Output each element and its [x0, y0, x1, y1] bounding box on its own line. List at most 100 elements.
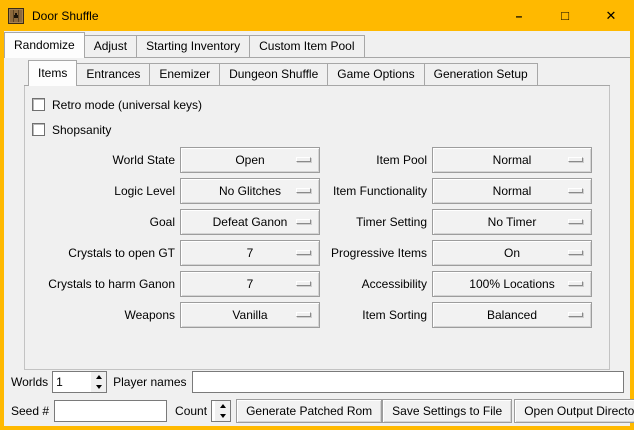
titlebar: Door Shuffle – □ ✕ [0, 0, 634, 31]
player-names-input[interactable] [192, 371, 625, 393]
dropdown-indicator-icon [568, 157, 583, 162]
maximize-button[interactable]: □ [542, 0, 588, 31]
weapons-value: Vanilla [232, 308, 267, 322]
goal-value: Defeat Ganon [213, 215, 288, 229]
player-names-label: Player names [113, 375, 186, 389]
dropdown-indicator-icon [296, 281, 311, 286]
randomize-page: Items Entrances Enemizer Dungeon Shuffle… [4, 58, 630, 427]
dropdown-indicator-icon [568, 250, 583, 255]
weapons-dropdown[interactable]: Vanilla [180, 302, 320, 328]
weapons-label: Weapons [25, 308, 175, 322]
worlds-spinbox [52, 371, 107, 393]
progressive-items-value: On [504, 246, 520, 260]
crystals-open-gt-label: Crystals to open GT [25, 246, 175, 260]
item-sorting-label: Item Sorting [320, 308, 427, 322]
item-functionality-label: Item Functionality [320, 184, 427, 198]
logic-level-dropdown[interactable]: No Glitches [180, 178, 320, 204]
subtab-generation-setup[interactable]: Generation Setup [424, 63, 538, 85]
open-output-button[interactable]: Open Output Directory [514, 399, 634, 423]
dropdown-indicator-icon [296, 188, 311, 193]
goal-dropdown[interactable]: Defeat Ganon [180, 209, 320, 235]
tab-custom-item-pool[interactable]: Custom Item Pool [249, 35, 364, 57]
option-row: Crystals to harm Ganon 7 Accessibility 1… [25, 271, 609, 297]
option-row: Logic Level No Glitches Item Functionali… [25, 178, 609, 204]
logic-level-value: No Glitches [219, 184, 281, 198]
count-spinbox [211, 400, 231, 422]
option-row: Crystals to open GT 7 Progressive Items … [25, 240, 609, 266]
timer-setting-dropdown[interactable]: No Timer [432, 209, 592, 235]
crystals-harm-ganon-dropdown[interactable]: 7 [180, 271, 320, 297]
accessibility-dropdown[interactable]: 100% Locations [432, 271, 592, 297]
save-settings-button[interactable]: Save Settings to File [382, 399, 512, 423]
option-row: Goal Defeat Ganon Timer Setting No Timer [25, 209, 609, 235]
subtab-game-options[interactable]: Game Options [327, 63, 424, 85]
shopsanity-row: Shopsanity [25, 118, 609, 141]
retro-mode-checkbox[interactable] [32, 98, 45, 111]
dropdown-indicator-icon [296, 312, 311, 317]
subtab-enemizer[interactable]: Enemizer [149, 63, 220, 85]
worlds-spin-up-icon[interactable] [91, 372, 106, 382]
retro-mode-row: Retro mode (universal keys) [25, 93, 609, 116]
door-icon [8, 8, 24, 24]
dropdown-indicator-icon [568, 281, 583, 286]
item-sorting-value: Balanced [487, 308, 537, 322]
option-row: Weapons Vanilla Item Sorting Balanced [25, 302, 609, 328]
dropdown-indicator-icon [296, 219, 311, 224]
window-title: Door Shuffle [32, 9, 99, 23]
progressive-items-dropdown[interactable]: On [432, 240, 592, 266]
seed-label: Seed # [11, 404, 49, 418]
subtab-entrances[interactable]: Entrances [76, 63, 150, 85]
close-button[interactable]: ✕ [588, 0, 634, 31]
world-state-dropdown[interactable]: Open [180, 147, 320, 173]
count-spin-up-icon[interactable] [215, 401, 230, 411]
timer-setting-value: No Timer [488, 215, 537, 229]
subtab-dungeon-shuffle[interactable]: Dungeon Shuffle [219, 63, 328, 85]
crystals-open-gt-value: 7 [247, 246, 254, 260]
item-pool-value: Normal [493, 153, 532, 167]
logic-level-label: Logic Level [25, 184, 175, 198]
outer-tab-bar: Randomize Adjust Starting Inventory Cust… [4, 32, 630, 58]
world-state-label: World State [25, 153, 175, 167]
tab-randomize[interactable]: Randomize [4, 32, 85, 58]
item-functionality-dropdown[interactable]: Normal [432, 178, 592, 204]
seed-row: Seed # Count Generate Patched Rom Save S… [11, 399, 624, 423]
worlds-row: Worlds Player names [11, 370, 624, 394]
bottom-bar: Worlds Player names Seed # Count [4, 370, 630, 427]
minimize-button[interactable]: – [496, 0, 542, 31]
progressive-items-label: Progressive Items [320, 246, 427, 260]
dropdown-indicator-icon [296, 157, 311, 162]
worlds-input[interactable] [53, 372, 91, 392]
items-panel: Retro mode (universal keys) Shopsanity W… [24, 86, 610, 370]
generate-button[interactable]: Generate Patched Rom [236, 399, 382, 423]
world-state-value: Open [235, 153, 264, 167]
retro-mode-label: Retro mode (universal keys) [52, 98, 202, 112]
crystals-harm-ganon-value: 7 [247, 277, 254, 291]
count-spin-down-icon[interactable] [215, 411, 230, 421]
worlds-spin-down-icon[interactable] [91, 382, 106, 392]
shopsanity-checkbox[interactable] [32, 123, 45, 136]
tab-adjust[interactable]: Adjust [84, 35, 137, 57]
option-row: World State Open Item Pool Normal [25, 147, 609, 173]
item-pool-label: Item Pool [320, 153, 427, 167]
item-functionality-value: Normal [493, 184, 532, 198]
dropdown-indicator-icon [568, 188, 583, 193]
item-pool-dropdown[interactable]: Normal [432, 147, 592, 173]
crystals-harm-ganon-label: Crystals to harm Ganon [25, 277, 175, 291]
crystals-open-gt-dropdown[interactable]: 7 [180, 240, 320, 266]
tab-starting-inventory[interactable]: Starting Inventory [136, 35, 250, 57]
count-label: Count [175, 404, 207, 418]
seed-input[interactable] [54, 400, 167, 422]
subtab-items[interactable]: Items [28, 60, 77, 86]
accessibility-label: Accessibility [320, 277, 427, 291]
worlds-label: Worlds [11, 375, 48, 389]
goal-label: Goal [25, 215, 175, 229]
app-window: Door Shuffle – □ ✕ Randomize Adjust Star… [0, 0, 634, 430]
item-sorting-dropdown[interactable]: Balanced [432, 302, 592, 328]
timer-setting-label: Timer Setting [320, 215, 427, 229]
dropdown-indicator-icon [568, 312, 583, 317]
dropdown-indicator-icon [296, 250, 311, 255]
accessibility-value: 100% Locations [469, 277, 554, 291]
inner-notebook: Items Entrances Enemizer Dungeon Shuffle… [24, 60, 610, 370]
shopsanity-label: Shopsanity [52, 123, 111, 137]
dropdown-indicator-icon [568, 219, 583, 224]
